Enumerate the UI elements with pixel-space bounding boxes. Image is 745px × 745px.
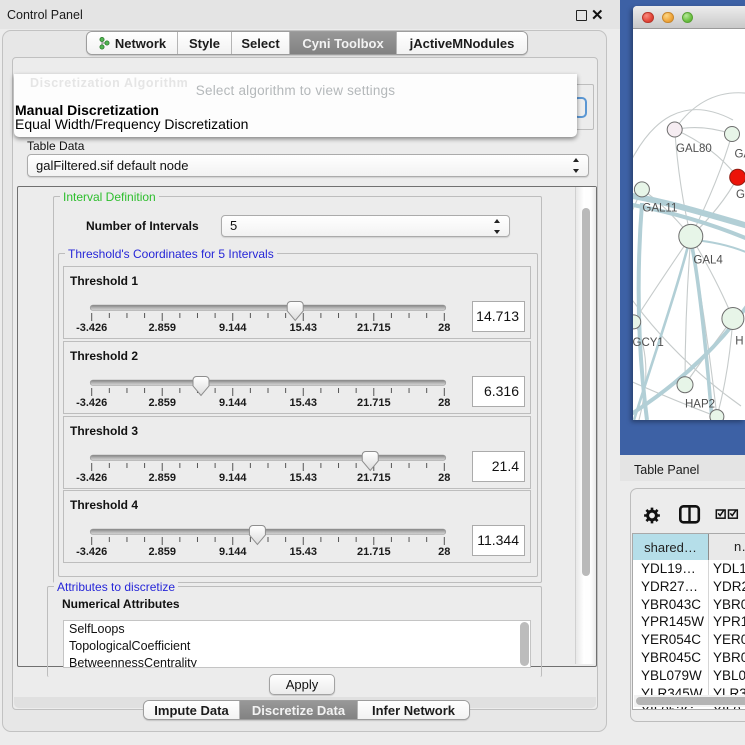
svg-text:9.144: 9.144 — [219, 322, 247, 334]
svg-text:-3.426: -3.426 — [76, 397, 107, 409]
svg-text:9.144: 9.144 — [219, 472, 247, 484]
svg-text:9.144: 9.144 — [219, 397, 247, 409]
svg-text:28: 28 — [438, 322, 450, 334]
svg-text:21.715: 21.715 — [357, 322, 391, 334]
svg-text:GA: GA — [735, 149, 745, 161]
svg-text:H: H — [735, 336, 743, 348]
svg-text:28: 28 — [438, 546, 450, 558]
svg-text:21.715: 21.715 — [357, 397, 391, 409]
svg-text:21.715: 21.715 — [357, 472, 391, 484]
svg-text:-3.426: -3.426 — [76, 472, 107, 484]
svg-text:2.859: 2.859 — [148, 472, 176, 484]
svg-text:-3.426: -3.426 — [76, 322, 107, 334]
svg-text:2.859: 2.859 — [148, 546, 176, 558]
svg-text:2.859: 2.859 — [148, 397, 176, 409]
svg-text:HAP2: HAP2 — [685, 399, 715, 411]
svg-text:GAL80: GAL80 — [676, 143, 712, 155]
svg-text:9.144: 9.144 — [219, 546, 247, 558]
svg-text:28: 28 — [438, 397, 450, 409]
svg-text:GCY1: GCY1 — [633, 337, 664, 349]
svg-text:15.43: 15.43 — [289, 546, 317, 558]
svg-text:GAL11: GAL11 — [642, 202, 677, 214]
svg-text:G: G — [736, 189, 745, 201]
svg-text:2.859: 2.859 — [148, 322, 176, 334]
svg-text:GAL4: GAL4 — [693, 255, 723, 267]
svg-text:15.43: 15.43 — [289, 322, 317, 334]
svg-text:28: 28 — [438, 472, 450, 484]
svg-text:-3.426: -3.426 — [76, 546, 107, 558]
svg-text:15.43: 15.43 — [289, 472, 317, 484]
svg-text:21.715: 21.715 — [357, 546, 391, 558]
svg-text:15.43: 15.43 — [289, 397, 317, 409]
